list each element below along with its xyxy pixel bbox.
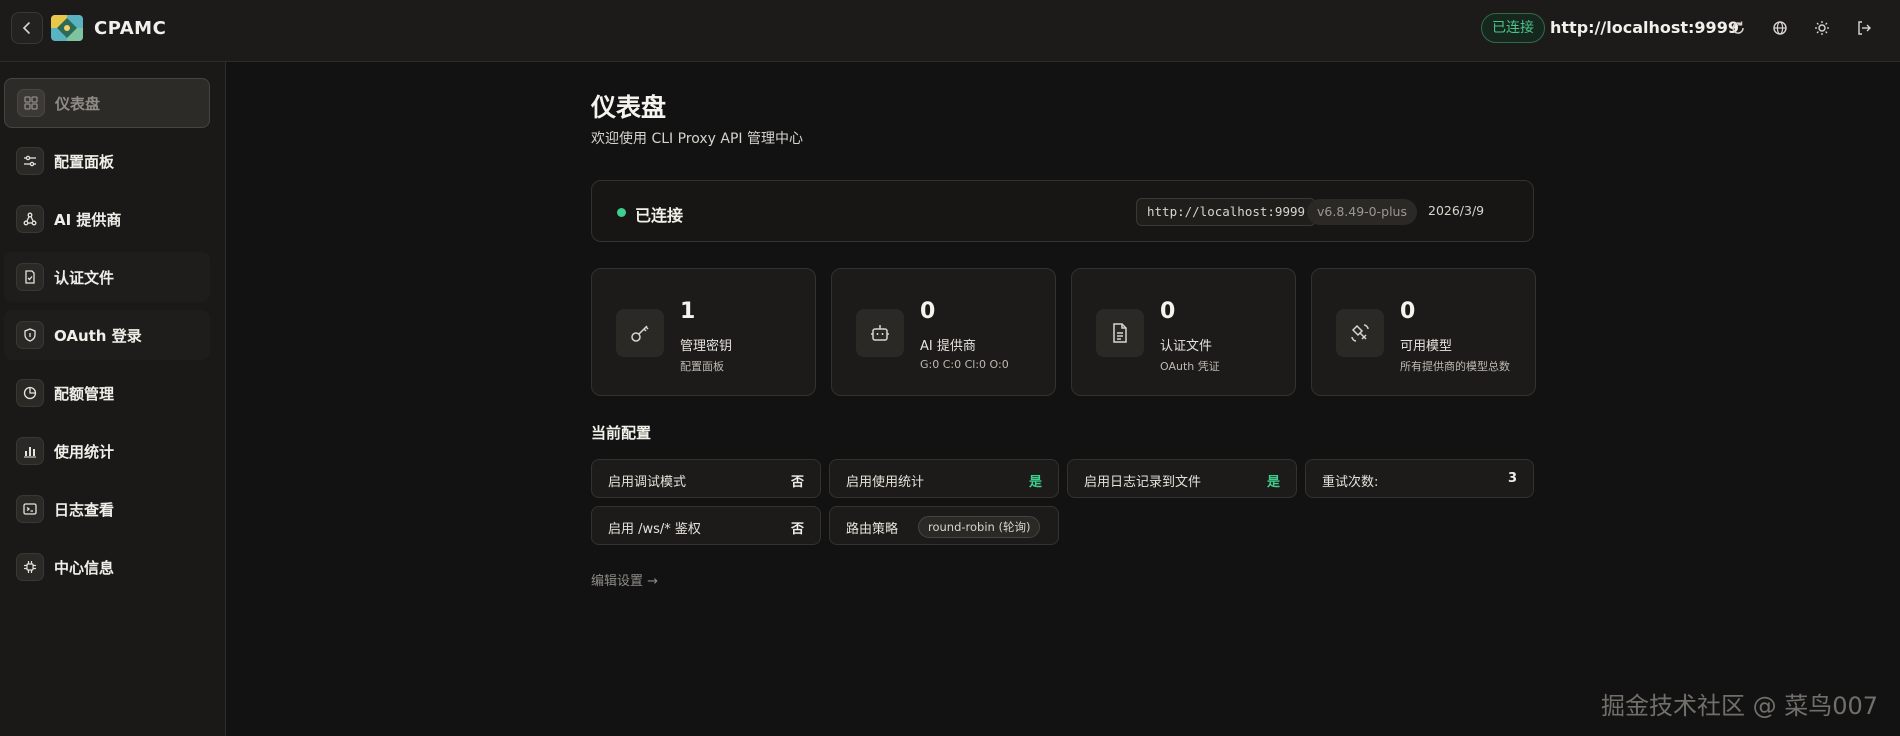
page-title: 仪表盘 <box>591 93 667 122</box>
sidebar-item-ai-providers[interactable]: AI 提供商 <box>4 194 210 244</box>
sun-icon[interactable] <box>1811 17 1833 39</box>
sidebar-item-quota[interactable]: 配额管理 <box>4 368 210 418</box>
sidebar-item-logs[interactable]: 日志查看 <box>4 484 210 534</box>
key-icon <box>616 309 664 357</box>
config-label: 启用 /ws/* 鉴权 <box>608 522 701 537</box>
config-item-ws-auth: 启用 /ws/* 鉴权 否 <box>591 506 821 545</box>
sidebar-item-oauth-login[interactable]: OAuth 登录 <box>4 310 210 360</box>
sidebar-item-label: 仪表盘 <box>55 94 101 113</box>
host-url: http://localhost:9999 <box>1550 18 1739 37</box>
stat-card-ai-providers[interactable]: 0 AI 提供商 G:0 C:0 Cl:0 O:0 <box>831 268 1056 396</box>
sidebar-item-center-info[interactable]: 中心信息 <box>4 542 210 592</box>
config-value: 是 <box>1266 475 1280 490</box>
connection-status-badge: 已连接 <box>1481 13 1545 43</box>
watermark: 掘金技术社区 @ 菜鸟007 <box>1601 692 1879 720</box>
config-label: 启用使用统计 <box>846 475 925 490</box>
back-button[interactable] <box>11 12 43 44</box>
robot-icon <box>856 309 904 357</box>
sidebar: 仪表盘 配置面板 AI 提供商 认证文件 OAuth 登录 配额管理 使用统计 … <box>0 62 226 736</box>
config-value: 是 <box>1028 475 1042 490</box>
sidebar-item-label: 日志查看 <box>54 500 115 519</box>
document-icon <box>1096 309 1144 357</box>
dashboard-icon <box>17 89 45 117</box>
status-dot <box>617 208 626 217</box>
chevron-left-icon <box>22 22 30 34</box>
shield-icon <box>16 321 44 349</box>
sliders-icon <box>16 147 44 175</box>
stat-label: 认证文件 <box>1160 339 1213 354</box>
globe-icon[interactable] <box>1769 17 1791 39</box>
config-value: 3 <box>1507 471 1517 486</box>
stat-label: 可用模型 <box>1400 339 1453 354</box>
app-logo <box>51 15 83 41</box>
file-check-icon <box>16 263 44 291</box>
edit-settings-link[interactable]: 编辑设置 → <box>591 570 658 589</box>
stat-card-auth-files[interactable]: 0 认证文件 OAuth 凭证 <box>1071 268 1296 396</box>
main-content: 仪表盘 欢迎使用 CLI Proxy API 管理中心 已连接 http://l… <box>226 62 1900 736</box>
version-badge: v6.8.49-0-plus <box>1307 199 1417 225</box>
config-item-debug: 启用调试模式 否 <box>591 459 821 498</box>
page-subtitle: 欢迎使用 CLI Proxy API 管理中心 <box>591 131 804 147</box>
config-value: 否 <box>790 475 804 490</box>
section-title-current-config: 当前配置 <box>591 424 652 442</box>
sidebar-item-label: OAuth 登录 <box>54 326 142 345</box>
server-url-badge: http://localhost:9999 <box>1136 198 1317 226</box>
stat-sub: 所有提供商的模型总数 <box>1400 360 1510 373</box>
stat-sub: G:0 C:0 Cl:0 O:0 <box>920 358 1009 371</box>
config-item-log-to-file: 启用日志记录到文件 是 <box>1067 459 1297 498</box>
network-icon <box>16 205 44 233</box>
stat-label: AI 提供商 <box>920 339 976 354</box>
logout-icon[interactable] <box>1853 17 1875 39</box>
sidebar-item-auth-files[interactable]: 认证文件 <box>4 252 210 302</box>
routing-strategy-chip: round-robin (轮询) <box>918 516 1041 538</box>
sidebar-item-config-panel[interactable]: 配置面板 <box>4 136 210 186</box>
status-date: 2026/3/9 <box>1428 203 1485 218</box>
config-label: 启用日志记录到文件 <box>1084 475 1202 490</box>
config-item-routing-strategy: 路由策略 round-robin (轮询) <box>829 506 1059 545</box>
bar-chart-icon <box>16 437 44 465</box>
app-title: CPAMC <box>94 18 167 39</box>
connection-status-card: 已连接 http://localhost:9999 v6.8.49-0-plus… <box>591 180 1534 242</box>
refresh-icon[interactable] <box>1727 17 1749 39</box>
stat-sub: 配置面板 <box>680 360 724 373</box>
sidebar-item-usage-stats[interactable]: 使用统计 <box>4 426 210 476</box>
status-text: 已连接 <box>635 206 684 225</box>
sidebar-item-label: 中心信息 <box>54 558 115 577</box>
stat-value: 0 <box>1160 299 1176 324</box>
sidebar-item-label: AI 提供商 <box>54 210 122 229</box>
top-bar: CPAMC 已连接 http://localhost:9999 <box>0 0 1900 62</box>
sidebar-item-label: 认证文件 <box>54 268 115 287</box>
sidebar-item-label: 使用统计 <box>54 442 115 461</box>
stat-value: 1 <box>680 299 696 324</box>
config-label: 重试次数: <box>1322 475 1379 490</box>
config-label: 路由策略 <box>846 522 899 537</box>
stat-value: 0 <box>1400 299 1416 324</box>
stat-value: 0 <box>920 299 936 324</box>
config-value: 否 <box>790 522 804 537</box>
satellite-icon <box>1336 309 1384 357</box>
sidebar-item-label: 配置面板 <box>54 152 115 171</box>
pie-icon <box>16 379 44 407</box>
stat-label: 管理密钥 <box>680 339 733 354</box>
terminal-icon <box>16 495 44 523</box>
chip-icon <box>16 553 44 581</box>
config-label: 启用调试模式 <box>608 475 687 490</box>
stat-sub: OAuth 凭证 <box>1160 360 1220 373</box>
stat-card-management-keys[interactable]: 1 管理密钥 配置面板 <box>591 268 816 396</box>
sidebar-item-dashboard[interactable]: 仪表盘 <box>4 78 210 128</box>
sidebar-item-label: 配额管理 <box>54 384 115 403</box>
config-item-retry-count: 重试次数: 3 <box>1305 459 1534 498</box>
config-item-usage-stats: 启用使用统计 是 <box>829 459 1059 498</box>
stat-card-available-models[interactable]: 0 可用模型 所有提供商的模型总数 <box>1311 268 1536 396</box>
